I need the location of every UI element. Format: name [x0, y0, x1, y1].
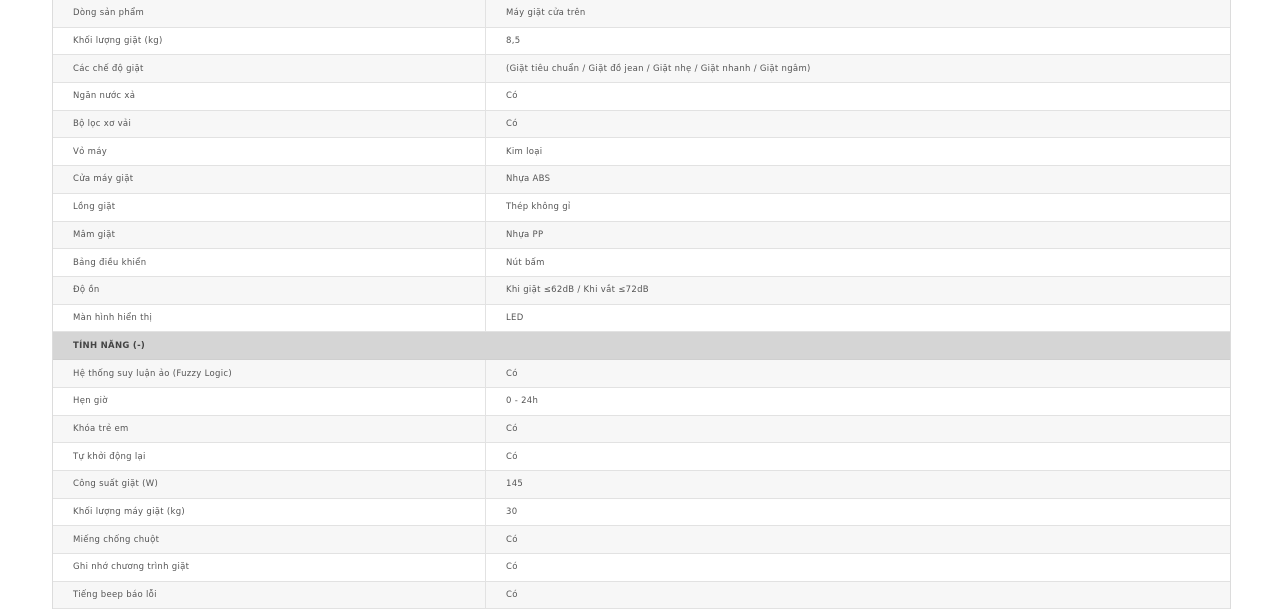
spec-row: Khối lượng giặt (kg) 8,5	[53, 27, 1230, 56]
spec-value: (Giặt tiêu chuẩn / Giặt đồ jean / Giặt n…	[506, 63, 811, 74]
spec-label: Tự khởi động lại	[53, 443, 486, 470]
spec-row: Các chế độ giặt (Giặt tiêu chuẩn / Giặt đ…	[53, 55, 1230, 84]
spec-group-general: Dòng sản phẩm Máy giặt cửa trên Khối lượng…	[53, 0, 1230, 333]
spec-label: Khối lượng giặt (kg)	[53, 27, 486, 55]
spec-label: Dòng sản phẩm	[53, 0, 486, 27]
spec-label: Ngăn nước xả	[53, 83, 486, 110]
spec-row: Miếng chống chuột Có	[53, 526, 1230, 555]
spec-row: Công suất giặt (W) 145	[53, 471, 1230, 499]
spec-value: Thép không gỉ	[506, 202, 571, 213]
spec-row: Bộ lọc xơ vải Có	[53, 110, 1230, 139]
spec-value: Có	[506, 534, 518, 545]
spec-value: Có	[506, 119, 518, 130]
spec-label: Mâm giặt	[53, 221, 486, 249]
spec-row: Dòng sản phẩm Máy giặt cửa trên	[53, 0, 1230, 28]
spec-value: LED	[506, 312, 524, 323]
spec-label: Các chế độ giặt	[53, 55, 486, 83]
spec-group-features: Hệ thống suy luận ảo (Fuzzy Logic) Có Hẹn …	[53, 360, 1230, 609]
spec-row: Khối lượng máy giặt (kg) 30	[53, 498, 1230, 527]
spec-value: Nút bấm	[506, 257, 545, 268]
spec-label: Tiếng beep báo lỗi	[53, 581, 486, 609]
spec-label: Cửa máy giặt	[53, 166, 486, 193]
spec-label: Hệ thống suy luận ảo (Fuzzy Logic)	[53, 360, 486, 387]
spec-value: Có	[506, 91, 518, 102]
spec-label: Ghi nhớ chương trình giặt	[53, 554, 486, 581]
spec-label: Hẹn giờ	[53, 387, 486, 415]
spec-row: Vỏ máy Kim loại	[53, 138, 1230, 167]
spec-label: Màn hình hiển thị	[53, 304, 486, 332]
spec-label: Lồng giặt	[53, 193, 486, 221]
spec-row: Ngăn nước xả Có	[53, 83, 1230, 111]
spec-row: Màn hình hiển thị LED	[53, 304, 1230, 333]
spec-label: Độ ồn	[53, 276, 486, 304]
spec-row: Ghi nhớ chương trình giặt Có	[53, 554, 1230, 582]
spec-row: Khóa trẻ em Có	[53, 415, 1230, 444]
spec-value: Nhựa ABS	[506, 174, 551, 185]
spec-value: Máy giặt cửa trên	[506, 8, 586, 19]
spec-value: 145	[506, 479, 524, 490]
spec-row: Lồng giặt Thép không gỉ	[53, 193, 1230, 222]
spec-row: Cửa máy giặt Nhựa ABS	[53, 166, 1230, 194]
spec-table: Dòng sản phẩm Máy giặt cửa trên Khối lượng…	[52, 0, 1231, 609]
spec-label: Miếng chống chuột	[53, 526, 486, 554]
spec-label: Công suất giặt (W)	[53, 471, 486, 498]
spec-value: Có	[506, 423, 518, 434]
spec-value: 30	[506, 507, 518, 518]
spec-label: Bảng điều khiển	[53, 249, 486, 276]
spec-row: Độ ồn Khi giặt ≤62dB / Khi vắt ≤72dB	[53, 276, 1230, 305]
spec-value: Có	[506, 562, 518, 573]
spec-label: Vỏ máy	[53, 138, 486, 166]
spec-row: Tiếng beep báo lỗi Có	[53, 581, 1230, 609]
spec-row: Mâm giặt Nhựa PP	[53, 221, 1230, 250]
spec-value: 0 - 24h	[506, 396, 539, 407]
spec-value: 8,5	[506, 36, 521, 47]
spec-value: Có	[506, 451, 518, 462]
spec-value: Có	[506, 368, 518, 379]
section-header-features[interactable]: TÍNH NĂNG (-)	[53, 332, 1230, 361]
spec-row: Hệ thống suy luận ảo (Fuzzy Logic) Có	[53, 360, 1230, 388]
spec-label: Bộ lọc xơ vải	[53, 110, 486, 138]
spec-value: Kim loại	[506, 146, 543, 157]
spec-value: Nhựa PP	[506, 229, 544, 240]
spec-value: Có	[506, 590, 518, 601]
spec-row: Hẹn giờ 0 - 24h	[53, 387, 1230, 416]
spec-row: Tự khởi động lại Có	[53, 443, 1230, 471]
spec-label: Khóa trẻ em	[53, 415, 486, 443]
spec-label: Khối lượng máy giặt (kg)	[53, 498, 486, 526]
spec-row: Bảng điều khiển Nút bấm	[53, 249, 1230, 277]
spec-value: Khi giặt ≤62dB / Khi vắt ≤72dB	[506, 285, 649, 296]
